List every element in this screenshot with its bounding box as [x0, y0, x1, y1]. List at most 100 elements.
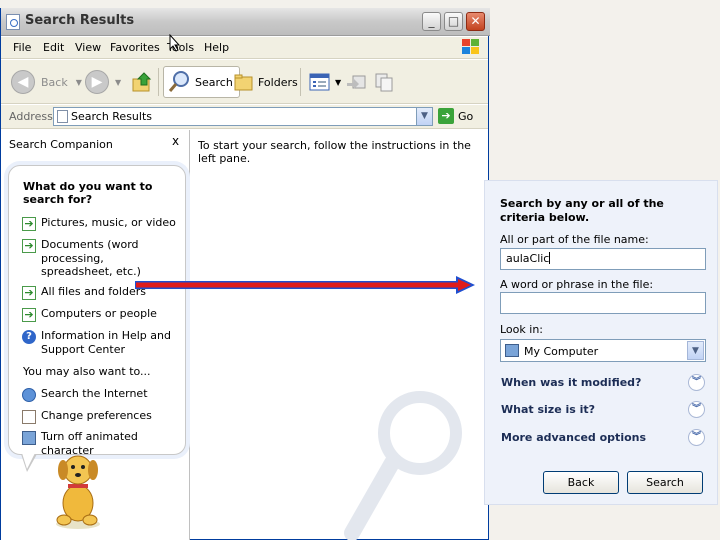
advanced-label: More advanced options	[501, 431, 647, 444]
menu-bar: File Edit View Favorites Tools Help	[1, 37, 488, 59]
phrase-label: A word or phrase in the file:	[500, 278, 654, 291]
address-field[interactable]: Search Results ▼	[53, 107, 433, 126]
folders-icon	[234, 74, 253, 91]
size-label: What size is it?	[501, 403, 596, 416]
copy-to-button[interactable]	[373, 66, 395, 98]
go-label: Go	[458, 109, 474, 123]
folders-button[interactable]: Folders	[233, 66, 298, 98]
menu-file[interactable]: File	[13, 41, 31, 54]
globe-search-icon	[22, 388, 36, 402]
search-question: What do you want to search for?	[23, 180, 153, 206]
forward-button[interactable]: ▶ ▼	[85, 66, 121, 98]
window-title: Search Results	[25, 13, 135, 28]
filename-input[interactable]: aulaClic	[500, 248, 706, 270]
toolbar-separator	[158, 68, 159, 96]
option-label: Documents (word processing, spreadsheet,…	[41, 238, 141, 278]
close-button[interactable]: ✕	[466, 12, 485, 31]
option-label: All files and folders	[41, 285, 146, 298]
search-window-icon	[6, 14, 20, 30]
pane-title: Search Companion	[9, 138, 113, 151]
pane-close-button[interactable]: x	[172, 134, 179, 148]
look-in-dropdown-icon[interactable]: ▼	[687, 341, 704, 360]
size-expander[interactable]: What size is it? ︾	[501, 401, 705, 418]
menu-favorites[interactable]: Favorites	[110, 41, 160, 54]
phrase-input[interactable]	[500, 292, 706, 314]
menu-help[interactable]: Help	[204, 41, 229, 54]
instructions-text: To start your search, follow the instruc…	[198, 139, 471, 165]
option-documents[interactable]: ➔ Documents (word processing, spreadshee…	[22, 238, 177, 279]
search-panel-button[interactable]: Search	[627, 471, 703, 494]
standard-toolbar: ◀ Back ▼ ▶ ▼ Search Folders ▼	[1, 60, 488, 104]
back-arrow-icon: ◀	[11, 70, 35, 94]
go-button[interactable]: ➔ Go	[438, 108, 473, 124]
arrow-right-icon: ➔	[22, 308, 36, 322]
address-dropdown-icon[interactable]: ▼	[416, 108, 432, 125]
also-heading: You may also want to...	[23, 365, 151, 378]
option-search-internet[interactable]: Search the Internet	[22, 387, 177, 402]
option-label: Computers or people	[41, 307, 157, 320]
arrow-right-icon: ➔	[22, 239, 36, 253]
maximize-button[interactable]: □	[444, 12, 463, 31]
toolbar-separator	[300, 68, 301, 96]
search-magnifier-icon	[168, 71, 189, 92]
look-in-select[interactable]: My Computer ▼	[500, 339, 706, 362]
search-criteria-panel: Search by any or all of the criteria bel…	[484, 180, 718, 505]
advanced-options-expander[interactable]: More advanced options ︾	[501, 429, 705, 446]
search-dog-character-icon[interactable]	[50, 448, 106, 530]
search-label: Search	[195, 75, 233, 89]
views-button[interactable]: ▼	[308, 66, 341, 98]
option-computers-people[interactable]: ➔ Computers or people	[22, 307, 177, 322]
double-chevron-down-icon[interactable]: ︾	[688, 374, 705, 391]
address-value: Search Results	[71, 110, 153, 123]
folders-label: Folders	[258, 75, 298, 89]
pointer-arrow	[135, 276, 475, 294]
search-button[interactable]: Search	[163, 66, 240, 98]
windows-logo-icon	[462, 39, 480, 55]
preferences-icon	[22, 410, 36, 424]
option-help-support[interactable]: ? Information in Help and Support Center	[22, 329, 177, 356]
filename-value: aulaClic	[506, 252, 550, 265]
copy-to-icon	[375, 73, 393, 92]
up-folder-button[interactable]	[131, 66, 153, 98]
filename-label: All or part of the file name:	[500, 233, 649, 246]
option-label: Search the Internet	[41, 387, 148, 400]
text-caret	[549, 252, 551, 264]
views-dropdown-icon[interactable]: ▼	[335, 78, 341, 87]
move-to-button[interactable]	[345, 66, 367, 98]
up-folder-icon	[132, 72, 152, 92]
menu-view[interactable]: View	[75, 41, 101, 54]
move-to-icon	[347, 75, 366, 89]
mouse-pointer-icon	[169, 34, 181, 52]
double-chevron-down-icon[interactable]: ︾	[688, 429, 705, 446]
go-arrow-icon: ➔	[438, 108, 454, 124]
views-icon	[309, 73, 330, 91]
look-in-label: Look in:	[500, 323, 543, 336]
arrow-right-icon: ➔	[22, 217, 36, 231]
minimize-button[interactable]: _	[422, 12, 441, 31]
forward-dropdown-icon[interactable]: ▼	[115, 78, 121, 87]
search-options-balloon: What do you want to search for? ➔ Pictur…	[8, 165, 186, 472]
my-computer-icon	[505, 344, 519, 357]
menu-edit[interactable]: Edit	[43, 41, 64, 54]
forward-arrow-icon: ▶	[85, 70, 109, 94]
modified-label: When was it modified?	[501, 376, 642, 389]
back-button[interactable]: ◀ Back ▼	[11, 66, 82, 98]
magnifier-watermark-icon	[344, 391, 462, 540]
option-change-preferences[interactable]: Change preferences	[22, 409, 177, 424]
address-bar: Address Search Results ▼ ➔ Go	[1, 105, 488, 129]
back-dropdown-icon[interactable]: ▼	[76, 78, 82, 87]
modified-expander[interactable]: When was it modified? ︾	[501, 374, 705, 391]
address-label: Address	[9, 110, 53, 123]
back-panel-button[interactable]: Back	[543, 471, 619, 494]
look-in-value: My Computer	[524, 345, 599, 358]
arrow-right-icon: ➔	[22, 286, 36, 300]
option-label: Change preferences	[41, 409, 152, 422]
computer-icon	[22, 431, 36, 445]
help-icon: ?	[22, 330, 36, 344]
double-chevron-down-icon[interactable]: ︾	[688, 401, 705, 418]
option-label: Information in Help and Support Center	[41, 329, 171, 356]
back-label: Back	[41, 75, 68, 89]
option-pictures-music-video[interactable]: ➔ Pictures, music, or video	[22, 216, 177, 231]
criteria-heading: Search by any or all of the criteria bel…	[500, 197, 664, 224]
title-bar[interactable]: Search Results _ □ ✕	[1, 8, 490, 36]
